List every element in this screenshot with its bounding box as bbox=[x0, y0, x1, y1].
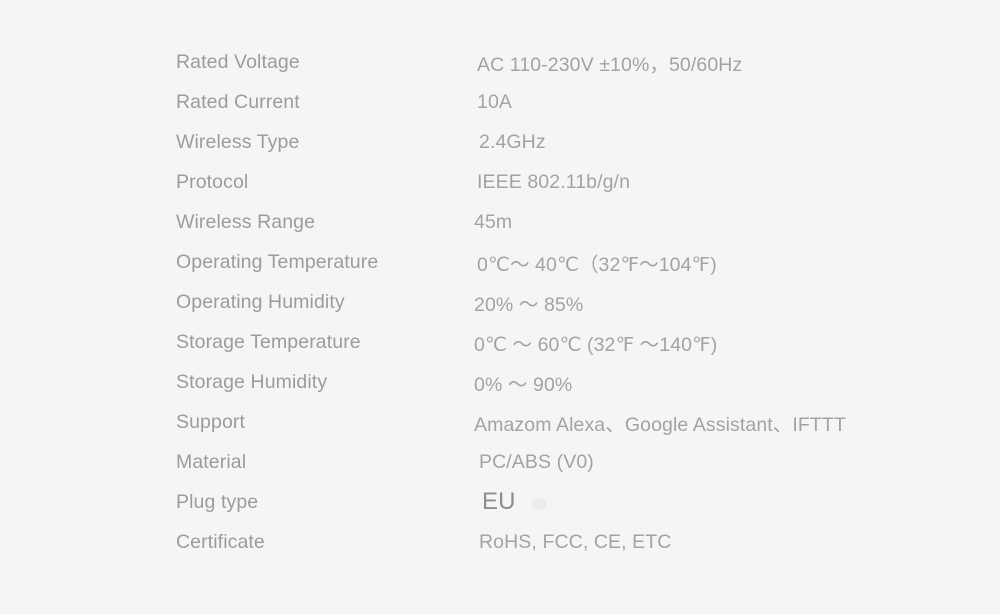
spec-value: AC 110-230V ±10%，50/60Hz bbox=[477, 53, 743, 76]
spec-row: Wireless Type 2.4GHz bbox=[176, 122, 966, 162]
spec-row: Storage Humidity 0% 〜 90% bbox=[176, 362, 966, 402]
spec-value: 2.4GHz bbox=[479, 130, 546, 153]
spec-row: Certificate RoHS, FCC, CE, ETC bbox=[176, 522, 966, 562]
spec-label: Rated Current bbox=[176, 90, 300, 113]
spec-row: Material PC/ABS (V0) bbox=[176, 442, 966, 482]
spec-label: Material bbox=[176, 450, 247, 473]
spec-label: Operating Humidity bbox=[176, 290, 345, 313]
spec-row: Rated Voltage AC 110-230V ±10%，50/60Hz bbox=[176, 42, 966, 82]
spec-row: Support Amazom Alexa、Google Assistant、IFT… bbox=[176, 402, 966, 442]
specification-table: Rated Voltage AC 110-230V ±10%，50/60Hz Rat… bbox=[176, 42, 966, 562]
spec-row: Rated Current 10A bbox=[176, 82, 966, 122]
spec-value: EU bbox=[474, 482, 966, 522]
specification-table-body: Rated Voltage AC 110-230V ±10%，50/60Hz Rat… bbox=[176, 42, 966, 562]
spec-label: Support bbox=[176, 410, 245, 433]
spec-value: 0℃ 〜 60℃ (32℉ 〜140℉) bbox=[474, 333, 718, 356]
spec-value: 10A bbox=[477, 90, 512, 113]
spec-value: IEEE 802.11b/g/n bbox=[477, 170, 631, 193]
spec-label: Storage Temperature bbox=[176, 330, 361, 353]
spec-value: 20% 〜 85% bbox=[474, 293, 584, 316]
spec-label: Wireless Type bbox=[176, 130, 300, 153]
spec-label: Certificate bbox=[176, 530, 265, 553]
spec-row: Storage Temperature 0℃ 〜 60℃ (32℉ 〜140℉) bbox=[176, 322, 966, 362]
specification-sheet: Rated Voltage AC 110-230V ±10%，50/60Hz Rat… bbox=[0, 0, 1000, 614]
spec-row: Operating Humidity 20% 〜 85% bbox=[176, 282, 966, 322]
spec-label: Plug type bbox=[176, 490, 259, 513]
spec-label: Operating Temperature bbox=[176, 250, 379, 273]
spec-value: Amazom Alexa、Google Assistant、IFTTT bbox=[474, 413, 846, 436]
spec-label: Rated Voltage bbox=[176, 50, 300, 73]
spec-value-text: EU bbox=[482, 488, 516, 515]
spec-label: Protocol bbox=[176, 170, 249, 193]
spec-value: RoHS, FCC, CE, ETC bbox=[479, 530, 672, 553]
spec-value: 0% 〜 90% bbox=[474, 373, 573, 396]
spec-value: 45m bbox=[474, 210, 513, 233]
faint-artifact bbox=[531, 498, 546, 509]
spec-label: Storage Humidity bbox=[176, 370, 328, 393]
spec-row: Plug type EU bbox=[176, 482, 966, 522]
spec-row: Protocol IEEE 802.11b/g/n bbox=[176, 162, 966, 202]
spec-row: Operating Temperature 0℃〜 40℃（32℉〜104℉) bbox=[176, 242, 966, 282]
spec-row: Wireless Range 45m bbox=[176, 202, 966, 242]
spec-value: 0℃〜 40℃（32℉〜104℉) bbox=[477, 253, 717, 276]
spec-value: PC/ABS (V0) bbox=[479, 450, 594, 473]
spec-label: Wireless Range bbox=[176, 210, 316, 233]
